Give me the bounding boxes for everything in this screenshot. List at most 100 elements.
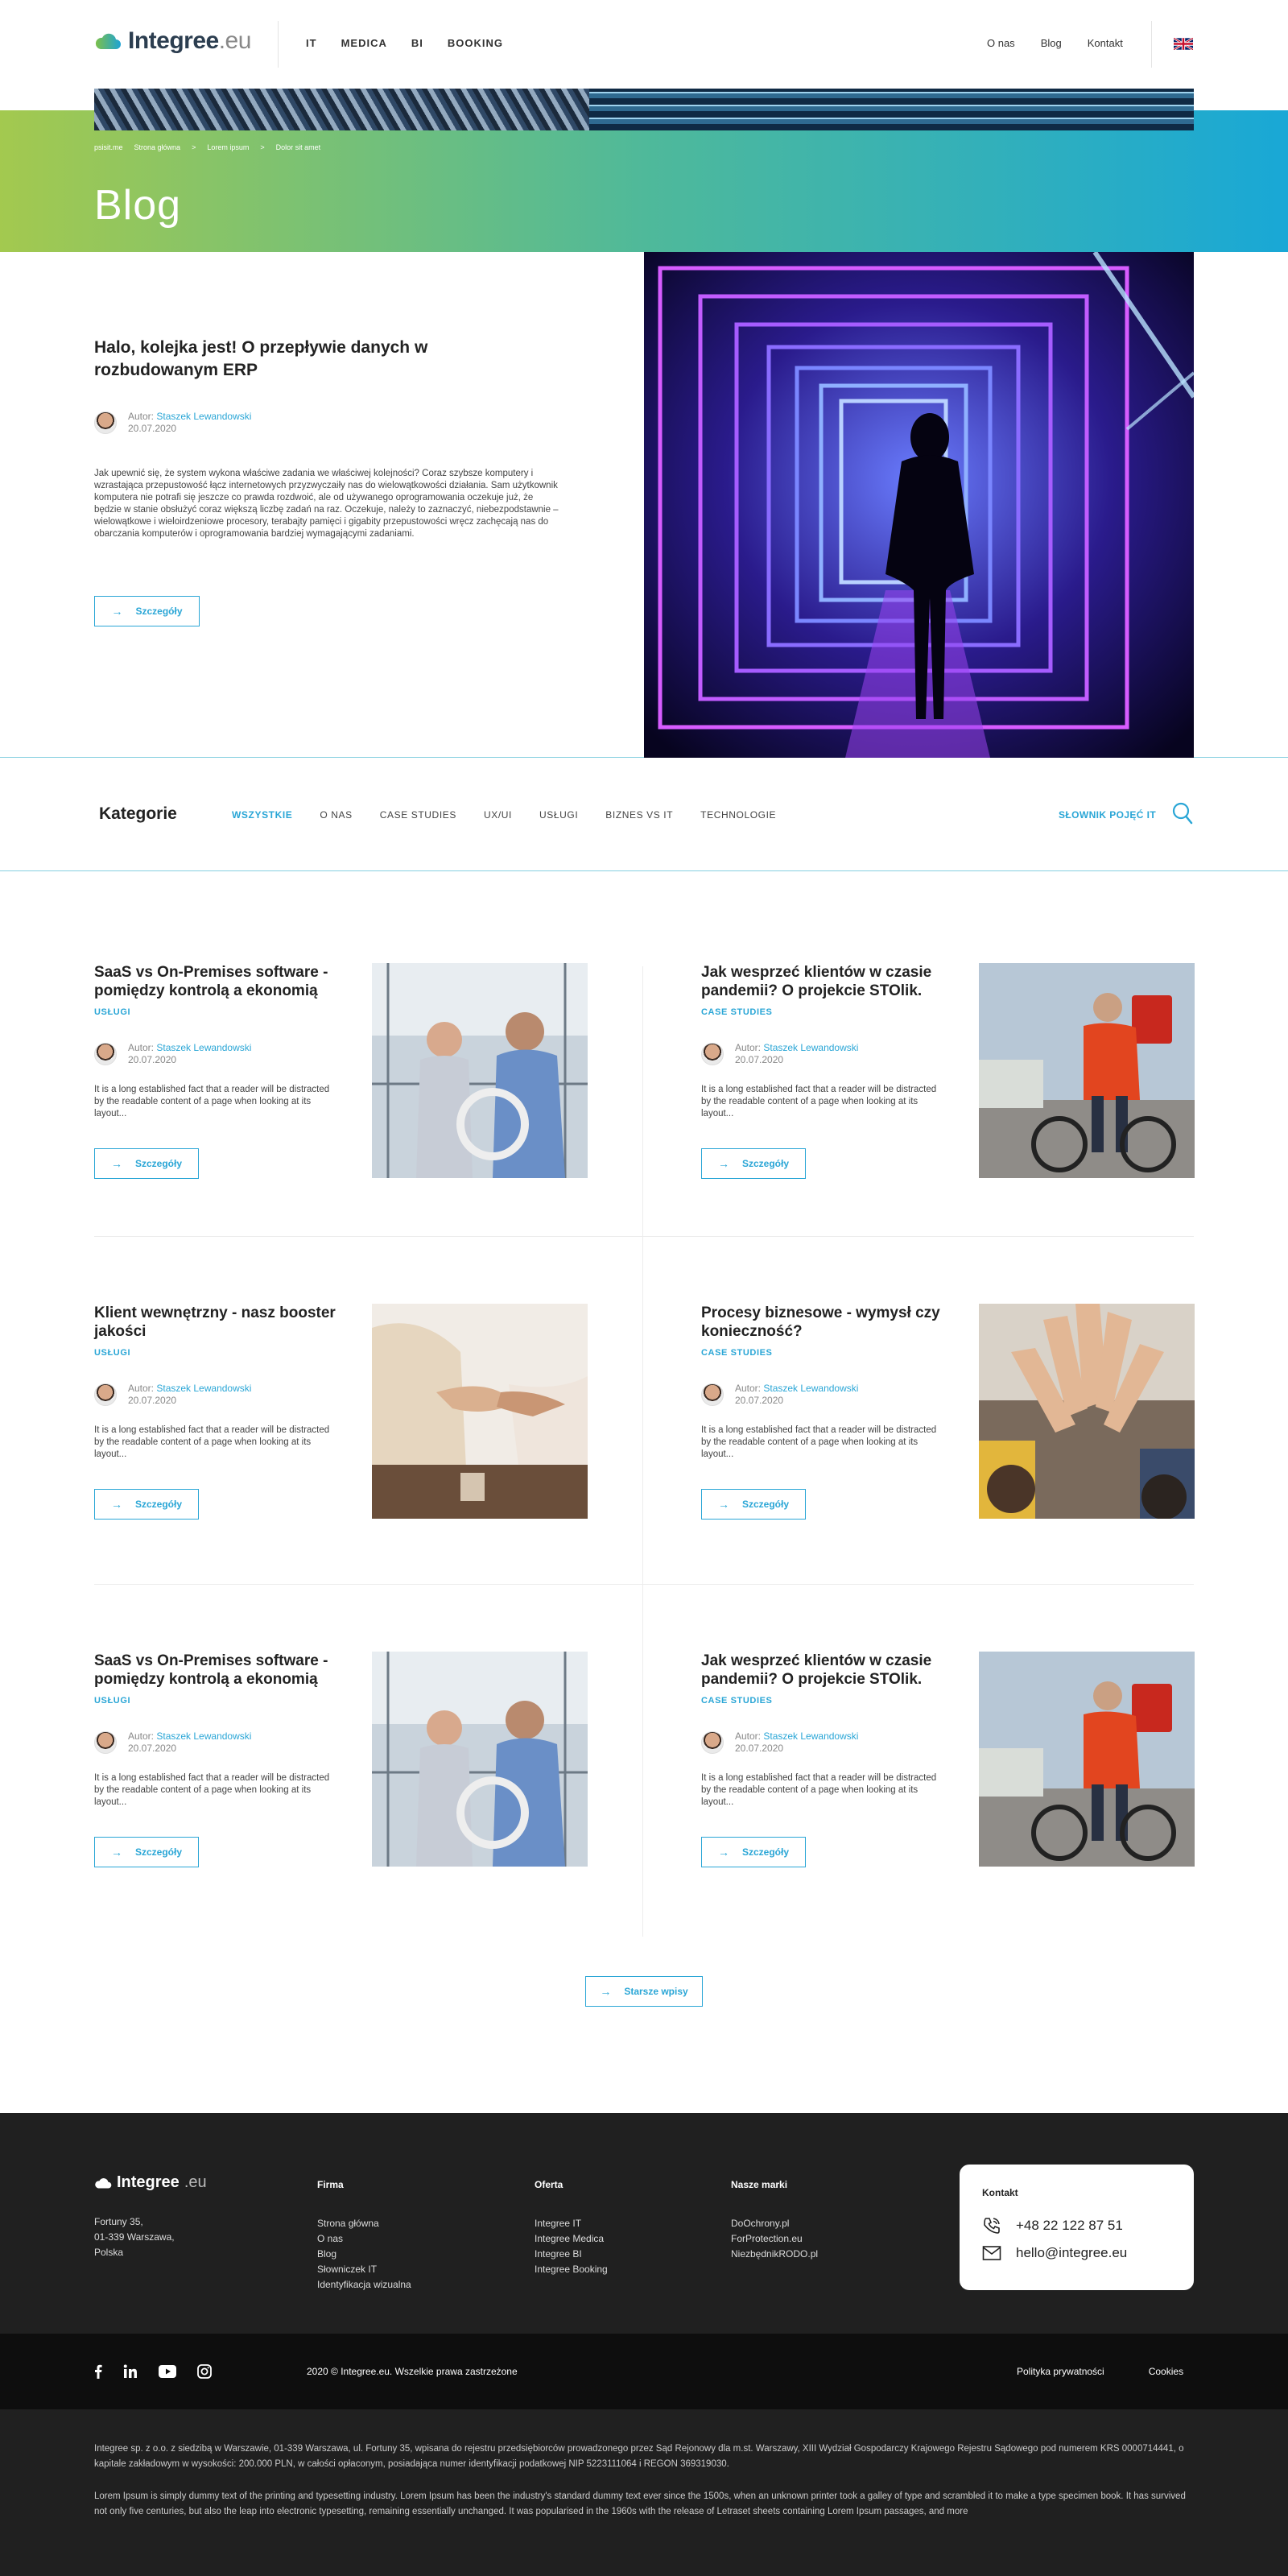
author-name-link[interactable]: Staszek Lewandowski (156, 1730, 251, 1742)
legal-lorem-text: Lorem Ipsum is simply dummy text of the … (94, 2491, 1186, 2516)
footer-column-oferta: Oferta Integree IT Integree Medica Integ… (535, 2179, 608, 2277)
post-category[interactable]: USŁUGI (94, 1696, 130, 1706)
post-category[interactable]: USŁUGI (94, 1007, 130, 1017)
post-excerpt: It is a long established fact that a rea… (701, 1773, 937, 1807)
footer-logo[interactable]: Integree .eu (94, 2173, 207, 2192)
tab-all[interactable]: WSZYSTKIE (232, 809, 292, 821)
nav-item-kontakt[interactable]: Kontakt (1088, 37, 1123, 49)
post-category[interactable]: CASE STUDIES (701, 1007, 773, 1017)
cookies-link[interactable]: Cookies (1149, 2366, 1183, 2377)
nav-item-booking[interactable]: BOOKING (448, 37, 503, 49)
button-label: Szczegóły (134, 1499, 183, 1510)
details-button[interactable]: → Szczegóły (701, 1837, 806, 1867)
architecture-banner-image (94, 89, 1194, 130)
post-excerpt: It is a long established fact that a rea… (701, 1425, 937, 1459)
details-button[interactable]: → Szczegóły (94, 1489, 199, 1520)
nav-item-blog[interactable]: Blog (1041, 37, 1062, 49)
tab-about[interactable]: O NAS (320, 809, 352, 821)
post-date: 20.07.2020 (128, 1743, 177, 1754)
avatar (701, 1043, 724, 1065)
office-team-photo[interactable] (372, 963, 588, 1178)
uk-flag-icon[interactable] (1174, 38, 1193, 50)
footer-link[interactable]: NiezbędnikRODO.pl (731, 2247, 818, 2262)
footer-link[interactable]: Słowniczek IT (317, 2262, 411, 2277)
tab-case-studies[interactable]: CASE STUDIES (380, 809, 456, 821)
courier-bike-photo[interactable] (979, 963, 1195, 1178)
button-label: Szczegóły (741, 1158, 790, 1169)
breadcrumb-item[interactable]: Strona główna (134, 143, 181, 151)
featured-details-button[interactable]: → Szczegóły (94, 596, 200, 626)
footer-link[interactable]: ForProtection.eu (731, 2231, 818, 2247)
high-five-photo[interactable] (979, 1304, 1195, 1519)
footer-link[interactable]: DoOchrony.pl (731, 2216, 818, 2231)
post-title[interactable]: Jak wesprzeć klientów w czasie pandemii?… (701, 963, 955, 1000)
facebook-icon[interactable] (94, 2364, 102, 2379)
handshake-photo[interactable] (372, 1304, 588, 1519)
breadcrumb-item[interactable]: Lorem ipsum (207, 143, 249, 151)
footer-link[interactable]: Identyfikacja wizualna (317, 2277, 411, 2293)
author-name-link[interactable]: Staszek Lewandowski (156, 1383, 251, 1394)
featured-post-title[interactable]: Halo, kolejka jest! O przepływie danych … (94, 337, 448, 382)
author-label: Autor: (735, 1730, 762, 1742)
footer-link[interactable]: Blog (317, 2247, 411, 2262)
footer-link[interactable]: Integree IT (535, 2216, 608, 2231)
author-name-link[interactable]: Staszek Lewandowski (763, 1383, 858, 1394)
author-name-link[interactable]: Staszek Lewandowski (156, 411, 251, 422)
nav-item-o-nas[interactable]: O nas (987, 37, 1015, 49)
tab-business-vs-it[interactable]: BIZNES VS IT (605, 809, 673, 821)
avatar (94, 411, 117, 434)
author-name-link[interactable]: Staszek Lewandowski (763, 1730, 858, 1742)
arrow-right-icon: → (110, 1157, 122, 1170)
categories-title: Kategorie (99, 804, 177, 823)
post-excerpt: It is a long established fact that a rea… (94, 1085, 330, 1118)
post-category[interactable]: CASE STUDIES (701, 1348, 773, 1358)
post-author: Autor: Staszek Lewandowski 20.07.2020 (94, 1730, 251, 1755)
search-icon[interactable] (1172, 802, 1193, 825)
footer-link[interactable]: Integree Medica (535, 2231, 608, 2247)
breadcrumb-item[interactable]: psisit.me (94, 143, 123, 151)
tab-services[interactable]: USŁUGI (539, 809, 578, 821)
post-title[interactable]: SaaS vs On-Premises software - pomiędzy … (94, 963, 348, 1000)
site-logo[interactable]: Integree.eu (94, 27, 251, 55)
author-name-link[interactable]: Staszek Lewandowski (763, 1042, 858, 1053)
post-card: Jak wesprzeć klientów w czasie pandemii?… (701, 963, 1195, 1180)
details-button[interactable]: → Szczegóły (701, 1148, 806, 1179)
linkedin-icon[interactable] (123, 2364, 138, 2379)
footer-link[interactable]: O nas (317, 2231, 411, 2247)
nav-item-medica[interactable]: MEDICA (341, 37, 387, 49)
youtube-icon[interactable] (159, 2365, 176, 2378)
footer-link[interactable]: Integree Booking (535, 2262, 608, 2277)
older-posts-button[interactable]: → Starsze wpisy (585, 1976, 703, 2007)
email-address: hello@integree.eu (1016, 2245, 1128, 2260)
it-glossary-link[interactable]: SŁOWNIK POJĘĆ IT (1059, 809, 1156, 821)
footer-link[interactable]: Integree BI (535, 2247, 608, 2262)
contact-phone[interactable]: +48 22 122 87 51 (982, 2216, 1123, 2235)
nav-item-it[interactable]: IT (306, 37, 317, 49)
post-title[interactable]: Procesy biznesowe - wymysł czy konieczno… (701, 1304, 955, 1341)
details-button[interactable]: → Szczegóły (94, 1837, 199, 1867)
details-button[interactable]: → Szczegóły (94, 1148, 199, 1179)
instagram-icon[interactable] (197, 2364, 212, 2379)
post-category[interactable]: CASE STUDIES (701, 1696, 773, 1706)
nav-item-bi[interactable]: BI (411, 37, 423, 49)
tab-technologies[interactable]: TECHNOLOGIE (700, 809, 776, 821)
author-name-link[interactable]: Staszek Lewandowski (156, 1042, 251, 1053)
post-title[interactable]: Klient wewnętrzny - nasz booster jakości (94, 1304, 348, 1341)
privacy-policy-link[interactable]: Polityka prywatności (1017, 2366, 1104, 2377)
details-button[interactable]: → Szczegóły (701, 1489, 806, 1520)
author-label: Autor: (735, 1383, 762, 1394)
post-date: 20.07.2020 (735, 1743, 784, 1754)
office-team-photo[interactable] (372, 1652, 588, 1867)
button-label: Starsze wpisy (624, 1986, 688, 1997)
post-date: 20.07.2020 (128, 1054, 177, 1065)
post-category[interactable]: USŁUGI (94, 1348, 130, 1358)
footer-link[interactable]: Strona główna (317, 2216, 411, 2231)
contact-email[interactable]: hello@integree.eu (982, 2245, 1127, 2261)
tab-ux-ui[interactable]: UX/UI (484, 809, 512, 821)
arrow-right-icon: → (110, 1846, 122, 1859)
button-label: Szczegóły (134, 1158, 183, 1169)
category-bar: Kategorie WSZYSTKIE O NAS CASE STUDIES U… (0, 759, 1288, 871)
post-title[interactable]: Jak wesprzeć klientów w czasie pandemii?… (701, 1652, 955, 1689)
courier-bike-photo[interactable] (979, 1652, 1195, 1867)
post-title[interactable]: SaaS vs On-Premises software - pomiędzy … (94, 1652, 348, 1689)
